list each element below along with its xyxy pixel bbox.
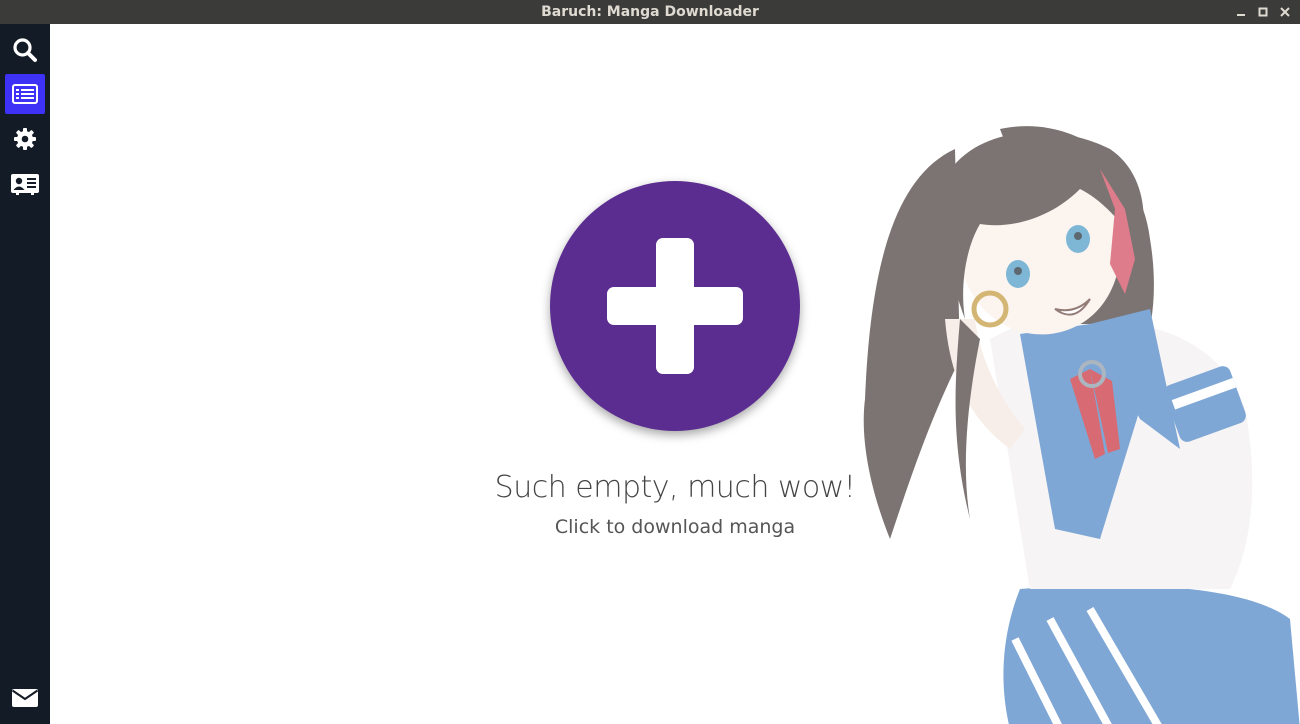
main-content: Such empty, much wow! Click to download … [50,24,1300,724]
sidebar-item-list[interactable] [5,74,45,114]
gear-icon [14,128,36,150]
sidebar-item-settings[interactable] [5,119,45,159]
envelope-icon [11,689,39,707]
minimize-icon [1237,14,1245,16]
plus-icon [607,238,743,374]
mascot-illustration [863,126,1300,724]
close-icon [1280,7,1290,17]
empty-state-subtitle[interactable]: Click to download manga [50,516,1300,538]
add-download-button[interactable] [550,181,800,431]
list-icon [12,84,38,104]
contact-card-icon [11,174,39,195]
sidebar [0,24,50,724]
minimize-button[interactable] [1232,3,1250,21]
sidebar-item-about[interactable] [5,164,45,204]
window-title: Baruch: Manga Downloader [541,4,759,20]
window-titlebar: Baruch: Manga Downloader [0,0,1300,24]
window-controls [1232,0,1294,24]
sidebar-item-search[interactable] [5,30,45,70]
sidebar-item-mail[interactable] [5,678,45,718]
maximize-icon [1258,7,1268,17]
close-button[interactable] [1276,3,1294,21]
maximize-button[interactable] [1254,3,1272,21]
search-icon [13,38,37,62]
empty-state-title: Such empty, much wow! [494,470,856,505]
